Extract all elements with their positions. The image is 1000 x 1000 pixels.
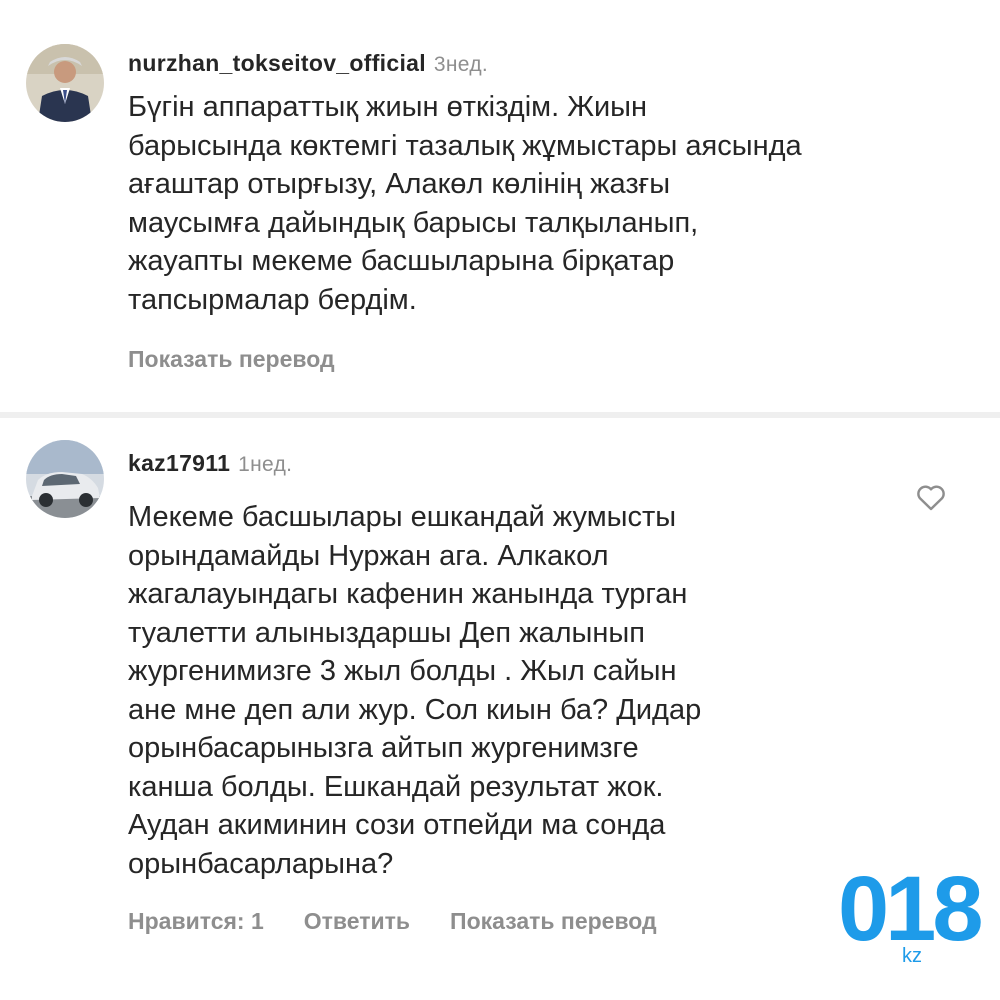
comment-text: Мекеме басшылары ешкандай жумысты орында… bbox=[128, 501, 702, 880]
timestamp: 1нед. bbox=[238, 453, 293, 476]
show-translation-button[interactable]: Показать перевод bbox=[450, 908, 657, 934]
comment-1: nurzhan_tokseitov_official 3нед. Бүгін ап… bbox=[0, 0, 1000, 412]
comment-actions: Показать перевод bbox=[128, 346, 375, 373]
comment-meta: kaz17911 1нед. bbox=[128, 450, 292, 477]
user-avatar[interactable] bbox=[26, 44, 104, 122]
user-avatar[interactable] bbox=[26, 440, 104, 518]
username[interactable]: nurzhan_tokseitov_official bbox=[128, 50, 426, 76]
comment-text: Бүгін аппараттық жиын өткіздім. Жиын бар… bbox=[128, 91, 802, 316]
show-translation-button[interactable]: Показать перевод bbox=[128, 346, 335, 372]
reply-button[interactable]: Ответить bbox=[304, 908, 410, 934]
logo-suffix: kz bbox=[902, 945, 922, 966]
comment-meta: nurzhan_tokseitov_official 3нед. bbox=[128, 50, 488, 77]
username[interactable]: kaz17911 bbox=[128, 450, 230, 476]
site-logo: 018 kz bbox=[838, 858, 990, 967]
comment-actions: Нравится: 1 Ответить Показать перевод bbox=[128, 908, 697, 935]
likes-count[interactable]: Нравится: 1 bbox=[128, 908, 264, 934]
timestamp: 3нед. bbox=[433, 53, 489, 76]
